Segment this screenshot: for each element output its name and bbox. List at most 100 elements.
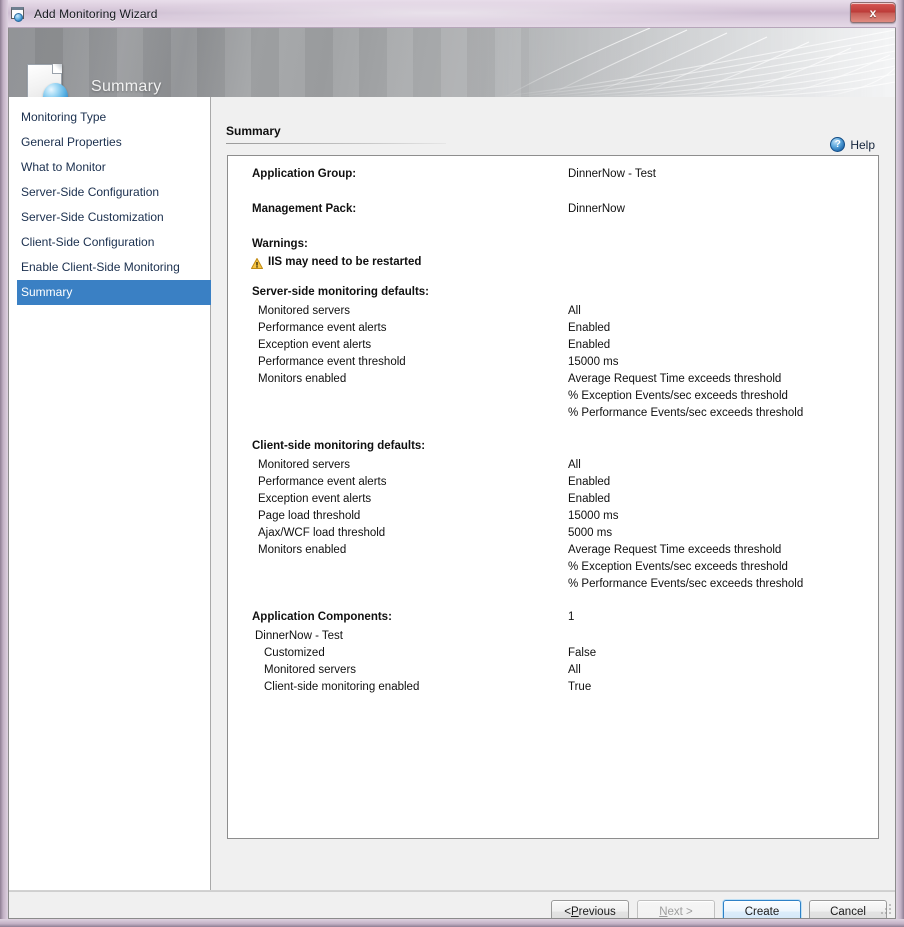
summary-server-side-defaults: Server-side monitoring defaults: Monitor… (228, 286, 879, 424)
banner-title: Summary (91, 78, 162, 96)
page-title-rule (226, 143, 446, 144)
row-value: Average Request Time exceeds threshold (568, 373, 781, 385)
client-side-title: Client-side monitoring defaults: (252, 440, 425, 452)
server-side-row: % Exception Events/sec exceeds threshold (228, 390, 879, 407)
resize-grip[interactable] (880, 903, 892, 915)
banner-stripes (9, 28, 529, 97)
application-group-label: Application Group: (252, 168, 356, 180)
components-title: Application Components: (252, 611, 392, 623)
client-side-row: Exception event alerts Enabled (228, 493, 879, 510)
row-label: Performance event alerts (258, 322, 386, 334)
summary-panel: Application Group: DinnerNow - Test Mana… (227, 155, 879, 839)
wizard-step-sidebar: Monitoring Type General Properties What … (9, 97, 211, 891)
warning-triangle-icon (251, 258, 263, 269)
row-value: Enabled (568, 339, 610, 351)
row-label: Customized (264, 647, 325, 659)
window-frame-right (896, 0, 904, 927)
row-label: Exception event alerts (258, 493, 371, 505)
title-bar: Add Monitoring Wizard x (0, 0, 904, 28)
row-value: % Exception Events/sec exceeds threshold (568, 561, 788, 573)
sidebar-item-enable-client-side-monitoring[interactable]: Enable Client-Side Monitoring (9, 255, 210, 280)
row-label: Monitors enabled (258, 544, 346, 556)
title-bar-glow (120, 2, 760, 24)
row-value: Enabled (568, 476, 610, 488)
component-name-row: DinnerNow - Test (228, 630, 879, 647)
warning-item-text: IIS may need to be restarted (268, 256, 421, 268)
component-row: Monitored serversAll (228, 664, 879, 681)
next-post: ext > (668, 906, 693, 918)
cancel-button[interactable]: Cancel (809, 900, 887, 919)
client-side-row: Monitors enabled Average Request Time exc… (228, 544, 879, 561)
components-count: 1 (568, 611, 574, 623)
row-value: Enabled (568, 322, 610, 334)
row-label: Monitors enabled (258, 373, 346, 385)
banner-mesh-graphic (475, 28, 895, 97)
server-side-row: % Performance Events/sec exceeds thresho… (228, 407, 879, 424)
previous-accel: P (571, 906, 579, 918)
page-title: Summary (226, 124, 281, 138)
warnings-label: Warnings: (252, 238, 308, 250)
row-label: Ajax/WCF load threshold (258, 527, 385, 539)
row-label: Monitored servers (258, 305, 350, 317)
banner-icon (27, 64, 73, 97)
close-button[interactable]: x (850, 2, 896, 23)
title-bar-content: Add Monitoring Wizard (10, 0, 157, 28)
next-button[interactable]: Next > (637, 900, 715, 919)
management-pack-label: Management Pack: (252, 203, 356, 215)
summary-warnings: Warnings: IIS may need to be restarted (228, 238, 879, 274)
server-side-title: Server-side monitoring defaults: (252, 286, 429, 298)
row-value: All (568, 305, 581, 317)
client-area: Summary Monitoring Type General Properti… (8, 28, 896, 919)
previous-pre: < (564, 906, 571, 918)
sidebar-item-general-properties[interactable]: General Properties (9, 130, 210, 155)
component-row: Client-side monitoring enabledTrue (228, 681, 879, 698)
component-name: DinnerNow - Test (255, 630, 343, 642)
sidebar-item-client-side-configuration[interactable]: Client-Side Configuration (9, 230, 210, 255)
row-value: False (568, 647, 596, 659)
wizard-banner: Summary (9, 28, 895, 97)
summary-application-components: Application Components: 1 DinnerNow - Te… (228, 611, 879, 698)
row-value: 5000 ms (568, 527, 612, 539)
footer-bar: < Previous Next > Create Cancel (9, 891, 895, 918)
sidebar-item-server-side-configuration[interactable]: Server-Side Configuration (9, 180, 210, 205)
client-side-row: Monitored serversAll (228, 459, 879, 476)
application-group-value: DinnerNow - Test (568, 168, 656, 180)
component-row: Customized False (228, 647, 879, 664)
create-label: Create (745, 906, 780, 918)
window-title: Add Monitoring Wizard (34, 7, 157, 21)
server-side-row: Performance event threshold 15000 ms (228, 356, 879, 373)
row-value: Enabled (568, 493, 610, 505)
previous-post: revious (579, 906, 616, 918)
row-value: All (568, 459, 581, 471)
sidebar-item-server-side-customization[interactable]: Server-Side Customization (9, 205, 210, 230)
previous-button[interactable]: < Previous (551, 900, 629, 919)
summary-management-pack: Management Pack: DinnerNow (228, 203, 879, 223)
client-side-row: Ajax/WCF load threshold 5000 ms (228, 527, 879, 544)
client-side-row: % Performance Events/sec exceeds thresho… (228, 578, 879, 595)
row-value: All (568, 664, 581, 676)
server-side-row: Monitored servers All (228, 305, 879, 322)
create-button[interactable]: Create (723, 900, 801, 919)
question-mark-icon: ? (830, 137, 845, 152)
row-value: Average Request Time exceeds threshold (568, 544, 781, 556)
row-label: Performance event alerts (258, 476, 386, 488)
row-value: 15000 ms (568, 356, 619, 368)
row-label: Exception event alerts (258, 339, 371, 351)
sidebar-item-summary[interactable]: Summary (17, 280, 211, 305)
wizard-window-icon (10, 6, 27, 22)
summary-client-side-defaults: Client-side monitoring defaults: Monitor… (228, 440, 879, 595)
server-side-row: Exception event alerts Enabled (228, 339, 879, 356)
help-link[interactable]: ? Help (830, 137, 875, 152)
wizard-buttons: < Previous Next > Create Cancel (551, 900, 887, 919)
wizard-window: Add Monitoring Wizard x (0, 0, 904, 927)
cancel-label: Cancel (830, 906, 866, 918)
summary-application-group: Application Group: DinnerNow - Test (228, 168, 879, 188)
close-icon: x (870, 7, 877, 19)
client-side-row: % Exception Events/sec exceeds threshold (228, 561, 879, 578)
sidebar-item-what-to-monitor[interactable]: What to Monitor (9, 155, 210, 180)
row-label: Performance event threshold (258, 356, 406, 368)
management-pack-value: DinnerNow (568, 203, 625, 215)
row-value: % Performance Events/sec exceeds thresho… (568, 578, 803, 590)
sidebar-item-monitoring-type[interactable]: Monitoring Type (9, 105, 210, 130)
server-side-row: Monitors enabled Average Request Time exc… (228, 373, 879, 390)
